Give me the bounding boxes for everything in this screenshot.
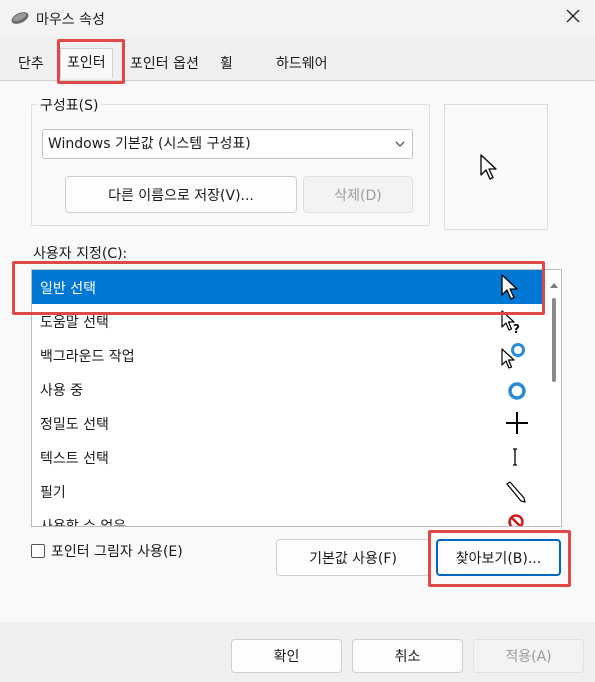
list-item-label: 사용 중 [40,383,84,399]
delete-button-label: 삭제(D) [334,187,382,204]
window-title: 마우스 속성 [36,12,105,28]
arrow-cursor-icon [498,273,528,301]
cursor-list[interactable]: 일반 선택 도움말 선택 ? 백그라운드 작업 사용 중 정밀도 선택 텍스트 … [31,269,562,527]
shadow-checkbox-label: 포인터 그림자 사용(E) [51,544,183,560]
list-item-label: 백그라운드 작업 [40,349,135,365]
tab-pointer-options[interactable]: 포인터 옵션 [130,50,199,78]
browse-button-label: 찾아보기(B)... [455,550,542,567]
title-bar: 마우스 속성 [0,0,595,36]
close-button[interactable] [556,4,590,32]
list-item-label: 필기 [40,485,66,501]
tab-divider [0,80,595,81]
tab-hardware[interactable]: 하드웨어 [276,50,328,78]
list-item[interactable]: 텍스트 선택 [32,440,542,474]
use-default-button[interactable]: 기본값 사용(F) [276,539,430,576]
cancel-button[interactable]: 취소 [352,639,463,673]
tab-wheel[interactable]: 휠 [220,50,233,78]
list-item-label: 정밀도 선택 [40,417,109,433]
unavailable-cursor-icon [498,511,528,526]
arrow-cursor-icon [479,153,499,185]
delete-button[interactable]: 삭제(D) [303,176,413,213]
list-item[interactable]: 필기 [32,474,542,508]
text-cursor-icon [498,443,528,471]
list-item-label: 일반 선택 [40,281,96,297]
cancel-button-label: 취소 [394,649,421,665]
list-item[interactable]: 사용할 수 없음 [32,508,542,527]
tab-buttons[interactable]: 단추 [18,50,44,78]
scroll-up-icon[interactable] [550,276,558,292]
working-in-background-cursor-icon [498,341,528,369]
list-scrollbar[interactable] [547,270,561,526]
precision-cursor-icon [498,409,528,437]
cursor-preview [444,104,548,230]
scroll-thumb[interactable] [552,298,556,382]
list-item[interactable]: 백그라운드 작업 [32,338,542,372]
apply-button-label: 적용(A) [505,649,552,665]
scheme-select-value: Windows 기본값 (시스템 구성표) [48,136,251,152]
list-item[interactable]: 도움말 선택 ? [32,304,542,338]
save-as-button[interactable]: 다른 이름으로 저장(V)... [65,176,297,213]
chevron-down-icon [394,130,406,168]
scheme-select[interactable]: Windows 기본값 (시스템 구성표) [42,129,413,159]
list-item[interactable]: 정밀도 선택 [32,406,542,440]
checkbox-box[interactable] [31,544,45,558]
customize-label: 사용자 지정(C): [33,246,128,262]
tab-pointers[interactable]: 포인터 [60,48,113,78]
close-icon [566,9,580,27]
save-as-button-label: 다른 이름으로 저장(V)... [108,187,254,204]
browse-button[interactable]: 찾아보기(B)... [436,539,561,576]
shadow-checkbox[interactable]: 포인터 그림자 사용(E) [31,541,183,561]
svg-text:?: ? [513,322,520,335]
busy-cursor-icon [498,375,528,403]
list-item[interactable]: 일반 선택 [32,270,542,304]
mouse-icon [10,11,30,29]
handwriting-cursor-icon [498,477,528,505]
apply-button[interactable]: 적용(A) [473,639,584,673]
tab-strip: 단추 포인터 포인터 옵션 휠 하드웨어 [0,46,595,80]
use-default-button-label: 기본값 사용(F) [309,550,397,567]
ok-button[interactable]: 확인 [231,639,342,673]
scheme-group-label: 구성표(S) [37,95,102,115]
list-item-label: 사용할 수 없음 [40,519,127,527]
list-item[interactable]: 사용 중 [32,372,542,406]
ok-button-label: 확인 [273,649,300,665]
list-item-label: 도움말 선택 [40,315,109,331]
list-item-label: 텍스트 선택 [40,451,109,467]
help-cursor-icon: ? [498,307,528,336]
